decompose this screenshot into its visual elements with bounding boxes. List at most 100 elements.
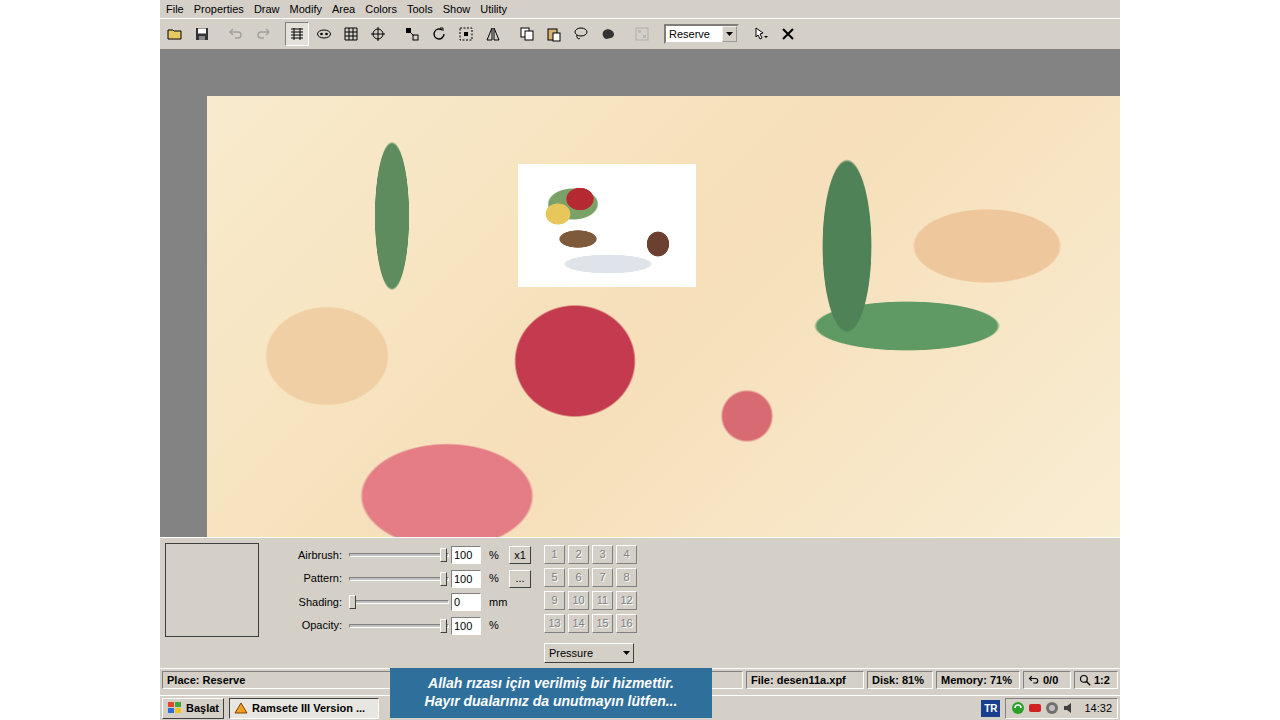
workspace	[160, 50, 1120, 537]
lasso-icon	[573, 26, 589, 42]
preset-button: 14	[568, 614, 589, 633]
preset-button: 2	[568, 545, 589, 564]
security-icon	[1045, 701, 1059, 715]
toolbar-group	[400, 22, 505, 46]
mode-dropdown[interactable]: Pressure	[544, 643, 634, 663]
menu-item[interactable]: Colors	[360, 1, 402, 17]
system-tray: 14:32	[1005, 698, 1118, 719]
slider-groove	[349, 553, 449, 557]
toolbar-button[interactable]	[366, 22, 390, 46]
toolbar-button[interactable]	[596, 22, 620, 46]
status-undo: 0/0	[1023, 671, 1071, 689]
toolbar-button[interactable]	[312, 22, 336, 46]
dropdown-arrow[interactable]	[722, 26, 737, 42]
status-text: File: desen11a.xpf	[751, 672, 846, 689]
status-text: 1:2	[1094, 672, 1110, 689]
preset-button: 7	[592, 568, 613, 587]
slider-value[interactable]: 0	[451, 593, 481, 611]
rotate-icon	[431, 26, 447, 42]
toolbar-group	[515, 22, 620, 46]
slider-track[interactable]	[347, 569, 451, 589]
toolbar-button[interactable]	[515, 22, 539, 46]
status-text: Memory: 71%	[941, 672, 1012, 689]
menu-item[interactable]: Modify	[285, 1, 327, 17]
undo-icon	[1028, 674, 1043, 686]
start-button[interactable]: Başlat	[162, 698, 224, 719]
slider-label: Shading:	[263, 594, 347, 611]
preset-button: 6	[568, 568, 589, 587]
layers-icon	[289, 26, 305, 42]
target-icon	[370, 26, 386, 42]
toolbar-button[interactable]	[163, 22, 187, 46]
volume-icon	[1062, 701, 1076, 715]
slider-option-button[interactable]: ...	[509, 570, 531, 588]
mirror-icon	[485, 26, 501, 42]
slider-thumb[interactable]	[440, 572, 447, 586]
windows-logo-icon	[167, 701, 183, 715]
slider-thumb[interactable]	[440, 548, 447, 562]
slider-label: Opacity:	[263, 617, 347, 634]
slider-value[interactable]: 100	[451, 570, 481, 588]
slider-unit: mm	[485, 594, 509, 611]
status-text: 0/0	[1043, 672, 1058, 689]
close-icon	[780, 26, 796, 42]
task-label: Ramsete III Version ...	[252, 700, 365, 717]
caption-line: Allah rızası için verilmiş bir hizmettir…	[394, 674, 708, 692]
toolbar-button[interactable]	[542, 22, 566, 46]
undo-icon	[228, 26, 244, 42]
menu-item[interactable]: Show	[438, 1, 476, 17]
menu-item[interactable]: Area	[327, 1, 360, 17]
slider-groove	[349, 577, 449, 581]
menu-item[interactable]: Tools	[402, 1, 438, 17]
design-canvas[interactable]	[207, 96, 1120, 537]
dropdown-value: Reserve	[669, 26, 710, 43]
toolbar-button[interactable]	[400, 22, 424, 46]
toolbar-button[interactable]	[749, 22, 773, 46]
toolbar-button[interactable]	[481, 22, 505, 46]
placed-image[interactable]	[518, 164, 696, 287]
place-dropdown[interactable]: Reserve	[664, 24, 739, 44]
slider-label: Airbrush:	[263, 547, 347, 564]
slider-value[interactable]: 100	[451, 617, 481, 635]
toolbar-button[interactable]	[776, 22, 800, 46]
toolbar-button	[630, 22, 654, 46]
preset-button: 13	[544, 614, 565, 633]
preset-button: 15	[592, 614, 613, 633]
task-button[interactable]: Ramsete III Version ...	[229, 698, 379, 719]
preset-button: 16	[616, 614, 637, 633]
slider-track[interactable]	[347, 592, 451, 612]
menu-item[interactable]: Draw	[249, 1, 285, 17]
preset-button: 5	[544, 568, 565, 587]
toolbar-group	[630, 22, 654, 46]
status-memory: Memory: 71%	[936, 671, 1020, 689]
slider-label: Pattern:	[263, 570, 347, 587]
slider-thumb[interactable]	[440, 619, 447, 633]
language-indicator[interactable]: TR	[981, 700, 1000, 717]
toolbar-group	[749, 22, 800, 46]
menu-item[interactable]: Utility	[475, 1, 512, 17]
toolbar-group	[285, 22, 390, 46]
toolbar-button[interactable]	[339, 22, 363, 46]
clock: 14:32	[1084, 700, 1112, 717]
move-icon	[404, 26, 420, 42]
toolbar-button[interactable]	[190, 22, 214, 46]
slider-thumb[interactable]	[349, 595, 356, 609]
slider-value[interactable]: 100	[451, 546, 481, 564]
preset-button: 11	[592, 591, 613, 610]
menu-item[interactable]: File	[161, 1, 189, 17]
toolbar-button[interactable]	[427, 22, 451, 46]
toolbar-group: Reserve	[664, 24, 739, 44]
slider-option-button[interactable]: x1	[509, 546, 531, 564]
slider-track[interactable]	[347, 616, 451, 636]
toolbar-button	[251, 22, 275, 46]
slider-track[interactable]	[347, 545, 451, 565]
toolbar-button[interactable]	[285, 22, 309, 46]
preview-box	[165, 543, 259, 637]
caption-overlay: Allah rızası için verilmiş bir hizmettir…	[390, 668, 712, 718]
toolbar-group	[163, 22, 214, 46]
toolbar-button[interactable]	[569, 22, 593, 46]
save-icon	[194, 26, 210, 42]
menu-item[interactable]: Properties	[189, 1, 249, 17]
menu-bar: FilePropertiesDrawModifyAreaColorsToolsS…	[160, 0, 1120, 18]
toolbar-button[interactable]	[454, 22, 478, 46]
